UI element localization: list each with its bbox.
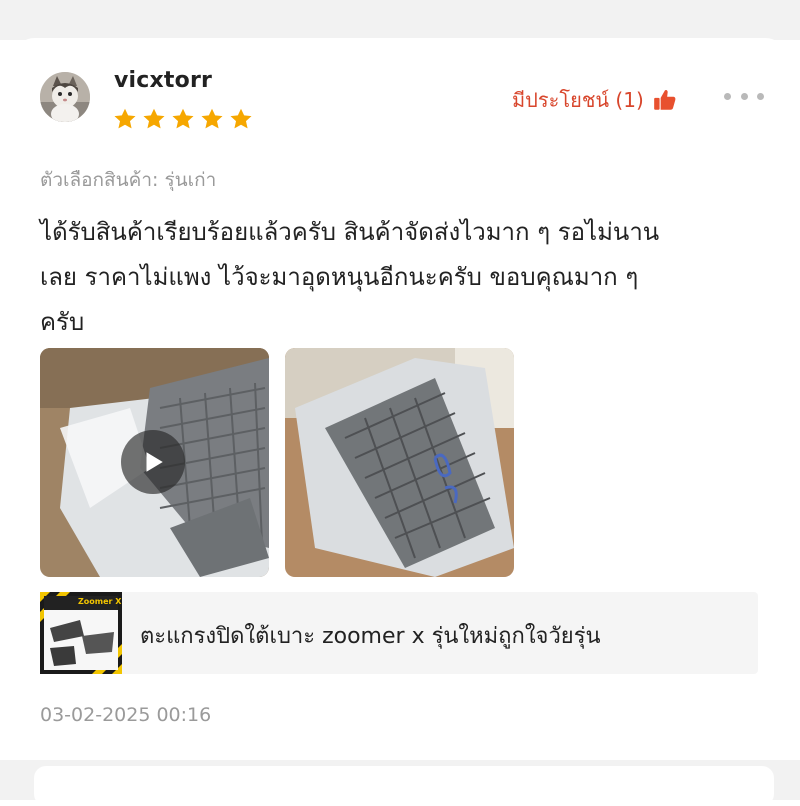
review-photo[interactable] — [285, 348, 514, 577]
review-timestamp: 03-02-2025 00:16 — [40, 704, 212, 726]
thumbs-up-icon — [653, 89, 676, 110]
star-icon — [230, 108, 252, 129]
review-video-thumbnail[interactable] — [40, 348, 269, 577]
review-text-line: ครับ — [40, 308, 85, 336]
dot-icon — [740, 92, 748, 100]
star-rating — [112, 106, 254, 132]
product-variant: ตัวเลือกสินค้า: รุ่นเก่า — [40, 169, 217, 191]
star-icon — [114, 108, 136, 129]
dot-icon — [757, 92, 764, 100]
product-thumbnail-text: Zoomer X — [78, 597, 122, 606]
play-button[interactable] — [121, 430, 185, 494]
play-icon — [146, 452, 163, 472]
reviewer-username[interactable]: vicxtorr — [114, 68, 212, 93]
review-text-line: ได้รับสินค้าเรียบร้อยแล้วครับ สินค้าจัดส… — [40, 218, 660, 246]
star-icon — [172, 108, 194, 129]
avatar[interactable] — [40, 72, 90, 122]
star-icon — [201, 108, 223, 129]
product-link-card[interactable]: Zoomer X ตะแกรงปิดใต้เบาะ zoomer x รุ่นใ… — [40, 592, 758, 674]
helpful-button[interactable]: มีประโยชน์ (1) — [512, 84, 678, 116]
review-text-line: เลย ราคาไม่แพง ไว้จะมาอุดหนุนอีกนะครับ ข… — [40, 263, 639, 291]
more-options-button[interactable] — [724, 86, 764, 106]
dot-icon — [724, 92, 731, 100]
review-text: ได้รับสินค้าเรียบร้อยแล้วครับ สินค้าจัดส… — [40, 210, 762, 345]
star-icon — [143, 108, 165, 129]
product-thumbnail: Zoomer X — [40, 592, 122, 674]
helpful-label: มีประโยชน์ (1) — [512, 88, 644, 112]
top-background — [0, 0, 800, 40]
next-review-card — [34, 766, 774, 806]
product-name: ตะแกรงปิดใต้เบาะ zoomer x รุ่นใหม่ถูกใจว… — [140, 624, 601, 649]
